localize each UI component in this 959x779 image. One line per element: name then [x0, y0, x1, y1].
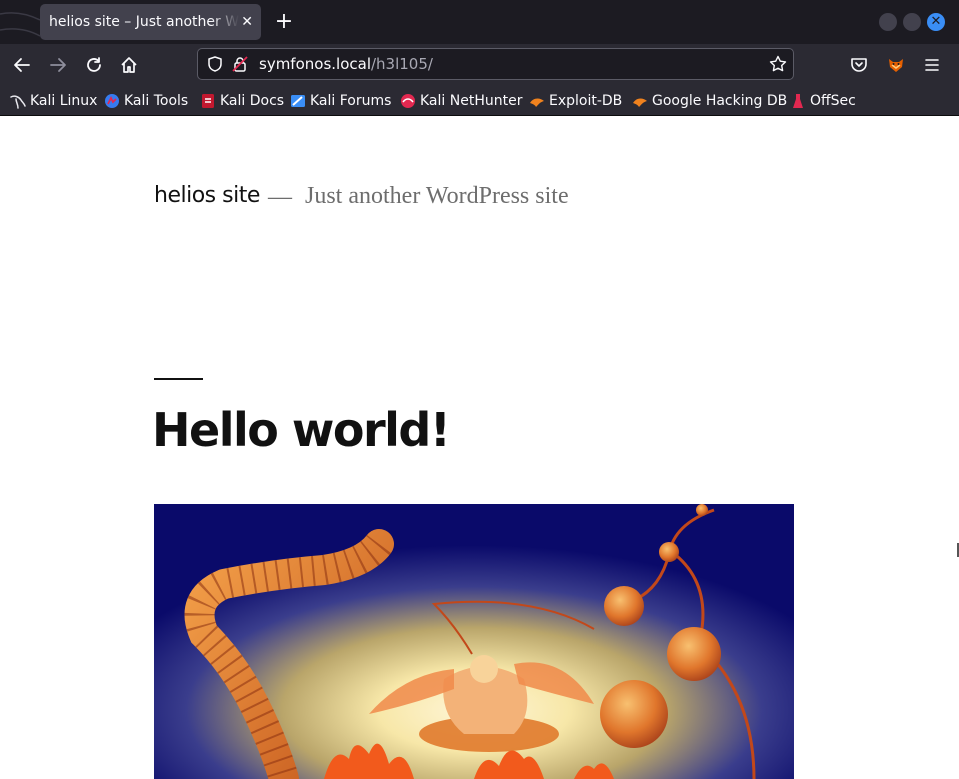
- kali-nethunter-icon: [401, 94, 415, 108]
- tracking-protection-shield-icon[interactable]: [203, 52, 227, 76]
- bookmark-exploit-db[interactable]: Exploit-DB: [529, 90, 622, 112]
- offsec-icon: [793, 94, 803, 108]
- site-title-separator: —: [268, 184, 292, 210]
- exploit-db-icon: [530, 98, 544, 107]
- kali-dragon-icon: [10, 95, 26, 109]
- bookmarks-toolbar: Kali Linux Kali Tools Kali Docs Kali For…: [0, 86, 959, 116]
- back-icon[interactable]: [10, 53, 34, 77]
- url-path: /h3l105/: [370, 55, 433, 73]
- bookmark-star-icon[interactable]: [766, 52, 790, 76]
- bookmark-google-hacking-db[interactable]: Google Hacking DB: [632, 90, 787, 112]
- bookmark-kali-nethunter[interactable]: Kali NetHunter: [400, 90, 522, 112]
- kali-forums-icon: [291, 95, 305, 107]
- bookmark-label: Google Hacking DB: [652, 93, 788, 109]
- bookmark-kali-forums[interactable]: Kali Forums: [290, 90, 391, 112]
- bookmark-label: Kali Docs: [220, 93, 285, 109]
- extension-fox-icon[interactable]: [884, 53, 908, 77]
- new-tab-icon[interactable]: +: [273, 8, 295, 36]
- tab-active[interactable]: helios site – Just another WordPress sit…: [40, 4, 261, 40]
- close-window-button[interactable]: ✕: [927, 13, 945, 31]
- bookmark-kali-tools[interactable]: Kali Tools: [104, 90, 188, 112]
- minimize-button[interactable]: [879, 13, 897, 31]
- web-page: helios site — Just another WordPress sit…: [0, 117, 959, 779]
- kali-tools-icon: [105, 94, 119, 108]
- kali-docs-icon: [202, 94, 214, 108]
- forward-icon[interactable]: [46, 53, 70, 77]
- url-text[interactable]: symfonos.local/h3l105/: [259, 49, 433, 79]
- featured-image[interactable]: [154, 504, 794, 779]
- tab-bar: helios site – Just another WordPress sit…: [0, 0, 959, 44]
- helios-sun-god-illustration: [154, 504, 794, 779]
- pocket-icon[interactable]: [847, 53, 871, 77]
- bookmark-label: Kali Forums: [310, 93, 392, 109]
- url-host: symfonos.local: [259, 55, 371, 73]
- maximize-button[interactable]: [903, 13, 921, 31]
- post-title[interactable]: Hello world!: [152, 403, 451, 457]
- home-icon[interactable]: [117, 53, 141, 77]
- reload-icon[interactable]: [82, 53, 106, 77]
- tab-close-icon[interactable]: ✕: [241, 4, 253, 40]
- menu-hamburger-icon[interactable]: [920, 53, 944, 77]
- titlebar-decoration: [0, 12, 40, 37]
- bookmark-kali-docs[interactable]: Kali Docs: [200, 90, 284, 112]
- navigation-toolbar: symfonos.local/h3l105/: [0, 44, 959, 86]
- bookmark-kali-linux[interactable]: Kali Linux: [10, 90, 97, 112]
- bookmark-label: Kali Linux: [30, 93, 98, 109]
- bookmark-label: Kali Tools: [124, 93, 189, 109]
- site-description: Just another WordPress site: [305, 183, 569, 209]
- bookmark-label: OffSec: [810, 93, 856, 109]
- bookmark-offsec[interactable]: OffSec: [790, 90, 856, 112]
- bookmark-label: Exploit-DB: [549, 93, 623, 109]
- post-divider: [154, 378, 203, 380]
- bookmark-label: Kali NetHunter: [420, 93, 523, 109]
- insecure-lock-icon[interactable]: [228, 52, 252, 76]
- address-bar[interactable]: symfonos.local/h3l105/: [197, 48, 794, 80]
- site-title-link[interactable]: helios site: [154, 183, 260, 208]
- ghdb-icon: [633, 98, 647, 107]
- tab-title: helios site – Just another WordPress sit…: [49, 14, 239, 30]
